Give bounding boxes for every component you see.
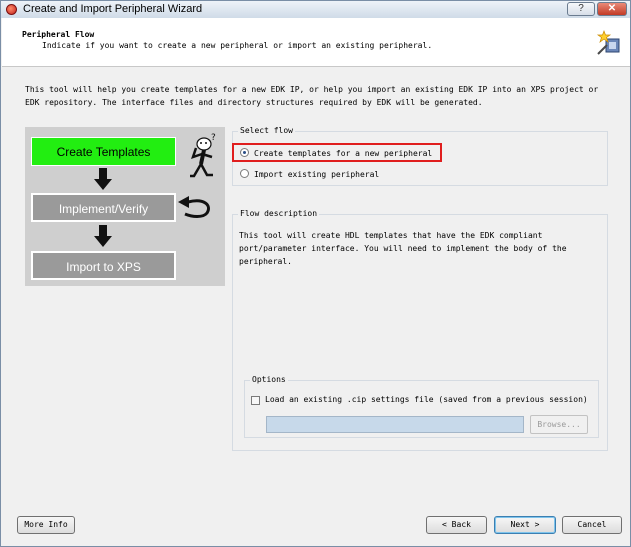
step-implement-verify: Implement/Verify [31,193,176,222]
wizard-header: Peripheral Flow Indicate if you want to … [2,18,630,67]
more-info-button[interactable]: More Info [17,516,75,534]
help-button[interactable]: ? [567,2,595,16]
wizard-icon [596,30,620,55]
flow-description-label: Flow description [238,209,320,218]
title-bar[interactable]: Create and Import Peripheral Wizard ? ✕ [1,1,630,18]
step-import-to-xps: Import to XPS [31,251,176,280]
select-flow-label: Select flow [238,126,295,135]
cip-path-field[interactable] [266,416,524,433]
options-group: Options Load an existing .cip settings f… [244,375,599,438]
load-cip-checkbox[interactable] [251,396,260,405]
cancel-button[interactable]: Cancel [562,516,622,534]
flow-description-text: This tool will create HDL templates that… [239,231,567,266]
arrow-down-icon [94,168,112,190]
loop-arrow-icon [178,196,210,218]
browse-button[interactable]: Browse... [530,415,588,434]
svg-text:?: ? [211,133,216,143]
radio-selected-icon[interactable] [240,148,249,157]
app-icon [6,4,17,15]
select-flow-group: Select flow Create templates for a new p… [232,126,608,186]
arrow-down-icon [94,225,112,247]
radio-create-label: Create templates for a new peripheral [254,149,433,158]
close-button[interactable]: ✕ [597,2,627,16]
radio-unselected-icon[interactable] [240,169,249,178]
back-button[interactable]: < Back [426,516,487,534]
radio-create-templates[interactable]: Create templates for a new peripheral [240,148,432,158]
flow-diagram: Create Templates Implement/Verify Import… [25,127,225,286]
window-title: Create and Import Peripheral Wizard [23,3,203,15]
step-create-templates: Create Templates [31,137,176,166]
intro-text: This tool will help you create templates… [25,85,599,107]
next-button[interactable]: Next > [494,516,556,534]
wizard-window: Create and Import Peripheral Wizard ? ✕ … [0,0,631,547]
radio-import-label: Import existing peripheral [254,170,380,179]
page-subtitle: Indicate if you want to create a new per… [42,41,433,50]
radio-import-existing[interactable]: Import existing peripheral [240,169,379,179]
options-label: Options [250,375,288,384]
page-title: Peripheral Flow [22,30,95,39]
load-cip-label: Load an existing .cip settings file (sav… [265,395,588,404]
thinking-figure-icon: ? [190,133,216,178]
